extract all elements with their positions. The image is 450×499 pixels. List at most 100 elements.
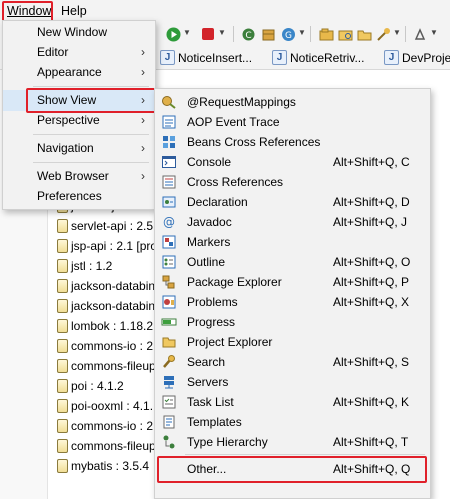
tree-row[interactable]: servlet-api : 2.5 <box>55 216 153 236</box>
tree-row[interactable]: mybatis : 3.5.4 <box>55 456 149 476</box>
tree-row-label: commons-io : 2 <box>71 419 154 433</box>
view-item-other[interactable]: Other... Alt+Shift+Q, Q <box>155 459 430 479</box>
chevron-right-icon: › <box>141 141 145 155</box>
view-item-shortcut: Alt+Shift+Q, O <box>333 255 411 269</box>
stop-dropdown-icon[interactable]: ▼ <box>218 28 226 37</box>
view-item-declaration[interactable]: Declaration Alt+Shift+Q, D <box>155 192 430 212</box>
tree-row[interactable]: commons-io : 2 <box>55 416 153 436</box>
jar-icon <box>57 279 68 293</box>
view-item-cross-references[interactable]: Cross References <box>155 172 430 192</box>
tree-row-label: jackson-databin <box>71 279 156 293</box>
tree-row[interactable]: jackson-databin <box>55 276 155 296</box>
jar-icon <box>57 259 68 273</box>
view-item-project-explorer[interactable]: Project Explorer <box>155 332 430 352</box>
view-item-shortcut: Alt+Shift+Q, T <box>333 435 409 449</box>
tree-row[interactable]: commons-fileup <box>55 356 156 376</box>
show-view-submenu: @RequestMappings AOP Event Trace Beans Cro… <box>154 88 431 499</box>
project-explorer-icon <box>161 334 177 350</box>
tree-row[interactable]: lombok : 1.18.2 <box>55 316 153 336</box>
new-package-icon[interactable] <box>260 26 276 42</box>
stop-icon[interactable] <box>200 26 216 42</box>
view-item-label: Project Explorer <box>187 335 273 349</box>
servers-icon <box>161 374 177 390</box>
menu-item-preferences[interactable]: Preferences <box>3 186 155 207</box>
tree-row[interactable]: jsp-api : 2.1 [pro <box>55 236 157 256</box>
menu-item-web-browser[interactable]: Web Browser › <box>3 166 155 187</box>
menu-item-editor[interactable]: Editor › <box>3 42 155 63</box>
chevron-right-icon: › <box>141 93 145 107</box>
view-item-progress[interactable]: Progress <box>155 312 430 332</box>
menu-help[interactable]: Help <box>57 2 91 20</box>
jar-icon <box>57 299 68 313</box>
view-item-label: Declaration <box>187 195 248 209</box>
tree-row[interactable]: jstl : 1.2 <box>55 256 112 276</box>
view-item-task-list[interactable]: Task List Alt+Shift+Q, K <box>155 392 430 412</box>
open-folder-icon[interactable] <box>356 26 372 42</box>
jar-icon <box>57 419 68 433</box>
debug-dropdown-icon[interactable]: ▼ <box>298 28 306 37</box>
view-item-shortcut: Alt+Shift+Q, J <box>333 215 408 229</box>
view-item-javadoc[interactable]: @ Javadoc Alt+Shift+Q, J <box>155 212 430 232</box>
open-type-icon[interactable] <box>318 26 334 42</box>
chevron-right-icon: › <box>141 113 145 127</box>
view-item-console[interactable]: Console Alt+Shift+Q, C <box>155 152 430 172</box>
editor-tab-label: DevProject <box>402 51 450 65</box>
view-item-label: Cross References <box>187 175 284 189</box>
search-toolbar-icon[interactable] <box>375 26 391 42</box>
menu-item-label: Show View <box>37 93 97 107</box>
aop-event-trace-icon <box>161 114 177 130</box>
run-icon[interactable] <box>165 26 181 42</box>
markers-icon <box>161 234 177 250</box>
templates-icon <box>161 414 177 430</box>
tree-row[interactable]: poi-ooxml : 4.1. <box>55 396 153 416</box>
view-item-requestmappings[interactable]: @RequestMappings <box>155 92 430 112</box>
editor-tab[interactable]: J NoticeInsert... <box>158 48 252 68</box>
javadoc-icon: @ <box>161 214 177 230</box>
type-hierarchy-icon <box>161 434 177 450</box>
tree-row-label: poi : 4.1.2 <box>71 379 124 393</box>
menu-separator <box>33 86 149 87</box>
view-item-aop-event-trace[interactable]: AOP Event Trace <box>155 112 430 132</box>
view-item-type-hierarchy[interactable]: Type Hierarchy Alt+Shift+Q, T <box>155 432 430 452</box>
menu-item-appearance[interactable]: Appearance › <box>3 62 155 83</box>
java-file-icon: J <box>272 50 287 65</box>
request-mappings-icon <box>161 94 177 110</box>
view-item-markers[interactable]: Markers <box>155 232 430 252</box>
annotation-dropdown-icon[interactable]: ▼ <box>430 28 438 37</box>
view-item-beans-cross-references[interactable]: Beans Cross References <box>155 132 430 152</box>
menu-item-new-window[interactable]: New Window <box>3 22 155 43</box>
jar-icon <box>57 359 68 373</box>
view-item-label: Type Hierarchy <box>187 435 268 449</box>
menu-separator <box>33 162 149 163</box>
view-item-search[interactable]: Search Alt+Shift+Q, S <box>155 352 430 372</box>
view-item-servers[interactable]: Servers <box>155 372 430 392</box>
view-item-label: Console <box>187 155 232 169</box>
menu-window[interactable]: Window <box>3 2 53 20</box>
menu-item-perspective[interactable]: Perspective › <box>3 110 155 131</box>
beans-cross-references-icon <box>161 134 177 150</box>
tree-row[interactable]: poi : 4.1.2 <box>55 376 124 396</box>
search-dropdown-icon[interactable]: ▼ <box>393 28 401 37</box>
menu-item-show-view[interactable]: Show View › <box>3 90 155 111</box>
view-item-templates[interactable]: Templates <box>155 412 430 432</box>
view-item-problems[interactable]: Problems Alt+Shift+Q, X <box>155 292 430 312</box>
view-item-outline[interactable]: Outline Alt+Shift+Q, O <box>155 252 430 272</box>
debug-icon[interactable]: G <box>280 26 296 42</box>
view-item-package-explorer[interactable]: Package Explorer Alt+Shift+Q, P <box>155 272 430 292</box>
menu-item-navigation[interactable]: Navigation › <box>3 138 155 159</box>
view-item-label: Search <box>187 355 226 369</box>
editor-tab[interactable]: J NoticeRetriv... <box>270 48 364 68</box>
jar-icon <box>57 459 68 473</box>
menu-window-label: Window <box>7 4 52 18</box>
svg-text:@: @ <box>163 215 175 229</box>
tree-row[interactable]: commons-io : 2 <box>55 336 153 356</box>
view-item-shortcut: Alt+Shift+Q, Q <box>333 462 411 476</box>
view-item-label: @RequestMappings <box>187 95 296 109</box>
view-item-label: Progress <box>187 315 236 329</box>
open-resource-icon[interactable] <box>337 26 353 42</box>
new-class-icon[interactable]: C <box>240 26 256 42</box>
run-dropdown-icon[interactable]: ▼ <box>183 28 191 37</box>
tree-row[interactable]: jackson-databin <box>55 296 155 316</box>
annotation-icon[interactable] <box>412 26 428 42</box>
editor-tab[interactable]: J DevProject <box>382 48 450 68</box>
